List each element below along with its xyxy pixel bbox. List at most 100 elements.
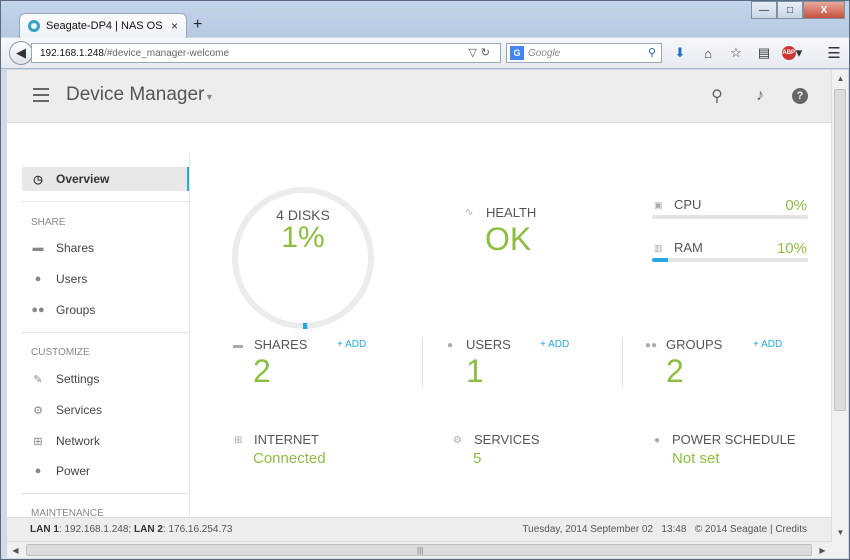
gear-icon: ⚙ xyxy=(453,435,462,446)
hamburger-menu-icon[interactable] xyxy=(33,88,49,102)
lan2-value: : 176.16.254.73 xyxy=(162,524,233,535)
gear-icon: ⚙ xyxy=(33,404,43,417)
horizontal-scrollbar[interactable]: ◀ ||| ▶ xyxy=(7,541,831,558)
users-count[interactable]: 1 xyxy=(466,353,484,390)
network-icon: ⊞ xyxy=(234,435,243,446)
group-icon: ●● xyxy=(31,304,45,316)
folder-icon: ▬ xyxy=(32,242,44,254)
scroll-right-icon[interactable]: ▶ xyxy=(814,542,831,559)
url-host: 192.168.1.248 xyxy=(40,47,104,59)
sidebar-divider xyxy=(22,332,190,333)
adblock-badge-icon: ABP xyxy=(781,46,796,60)
stat-divider xyxy=(422,338,423,388)
ram-chip-icon: ▥ xyxy=(654,243,663,253)
dropdown-reload-icons[interactable]: ▽↻ xyxy=(468,46,494,59)
group-icon: ●● xyxy=(645,340,658,351)
lightbulb-icon: ● xyxy=(34,465,42,477)
services-count[interactable]: 5 xyxy=(473,450,481,467)
navigation-toolbar: ◀ 192.168.1.248 /#device_manager-welcome… xyxy=(1,38,849,69)
close-window-button[interactable]: X xyxy=(803,1,845,19)
adblock-icon[interactable]: ABP ▾ xyxy=(781,44,803,62)
search-bar[interactable]: G Google ⚲ xyxy=(506,43,662,63)
sidebar-item-label: Overview xyxy=(56,172,110,186)
cpu-label: CPU xyxy=(674,197,702,212)
scroll-left-icon[interactable]: ◀ xyxy=(7,542,24,559)
bookmarks-list-icon[interactable]: ▤ xyxy=(753,44,775,62)
sidebar-item-label: Settings xyxy=(56,372,100,386)
ram-label: RAM xyxy=(674,240,703,255)
user-icon: ● xyxy=(447,340,454,351)
power-schedule-status[interactable]: Not set xyxy=(672,450,720,467)
add-share-button[interactable]: + ADD xyxy=(337,339,366,350)
footer-datetime-credits[interactable]: Tuesday, 2014 September 02 13:48 © 2014 … xyxy=(522,524,807,535)
sidebar-item-network[interactable]: ⊞ Network xyxy=(22,429,190,453)
health-label: HEALTH xyxy=(486,205,537,220)
lightbulb-icon: ● xyxy=(654,435,661,446)
section-label-customize: CUSTOMIZE xyxy=(31,347,90,358)
wrench-icon: ✎ xyxy=(33,373,43,386)
groups-count[interactable]: 2 xyxy=(666,353,684,390)
vertical-scrollbar[interactable]: ▲ ▼ xyxy=(831,70,848,541)
download-icon[interactable]: ⬇ xyxy=(669,44,691,62)
disk-usage-value: 1% xyxy=(281,221,325,254)
folder-icon: ▬ xyxy=(233,340,243,351)
cpu-chip-icon: ▣ xyxy=(654,200,663,210)
sidebar-edge-divider xyxy=(189,153,190,533)
browser-menu-icon[interactable]: ☰ xyxy=(823,44,845,62)
search-placeholder: Google xyxy=(528,47,561,59)
lan-info: LAN 1: 192.168.1.248; LAN 2: 176.16.254.… xyxy=(30,524,232,535)
sidebar-item-label: Services xyxy=(56,403,103,417)
internet-status[interactable]: Connected xyxy=(253,450,326,467)
add-user-button[interactable]: + ADD xyxy=(540,339,569,350)
scroll-thumb[interactable] xyxy=(834,89,846,411)
shares-count[interactable]: 2 xyxy=(253,353,271,390)
minimize-button[interactable]: — xyxy=(751,1,777,19)
sidebar-divider xyxy=(22,493,190,494)
search-icon[interactable]: ⚲ xyxy=(648,46,656,59)
cpu-meter xyxy=(652,215,808,219)
sidebar-item-users[interactable]: ● Users xyxy=(22,267,190,291)
browser-tool-icons: ⬇ ⌂ ☆ ▤ ABP ▾ ☰ xyxy=(669,44,845,62)
ram-meter-fill xyxy=(652,258,668,262)
sidebar-item-overview[interactable]: ◷ Overview xyxy=(22,167,190,191)
sidebar-item-services[interactable]: ⚙ Services xyxy=(22,398,190,422)
sidebar-item-settings[interactable]: ✎ Settings xyxy=(22,367,190,391)
internet-label: INTERNET xyxy=(254,432,319,447)
lan2-label: LAN 2 xyxy=(133,524,163,535)
sidebar-item-label: Network xyxy=(56,434,101,448)
url-path: /#device_manager-welcome xyxy=(103,47,230,59)
sidebar-item-shares[interactable]: ▬ Shares xyxy=(22,236,190,260)
new-tab-button[interactable]: + xyxy=(193,16,202,34)
cpu-value: 0% xyxy=(785,197,807,214)
home-icon[interactable]: ⌂ xyxy=(697,44,719,62)
sidebar-item-label: Shares xyxy=(56,241,95,255)
tab-close-icon[interactable]: × xyxy=(171,19,178,33)
google-engine-icon[interactable]: G xyxy=(510,46,524,60)
maximize-button[interactable]: □ xyxy=(777,1,803,19)
app-title[interactable]: Device Manager xyxy=(66,84,204,106)
user-icon: ● xyxy=(34,273,42,285)
browser-tab[interactable]: Seagate-DP4 | NAS OS × xyxy=(19,13,187,38)
notification-bell-icon[interactable]: ♪ xyxy=(750,86,770,106)
add-group-button[interactable]: + ADD xyxy=(753,339,782,350)
pulse-icon: ∿ xyxy=(465,207,474,218)
app-header: Device Manager ▼ ⚲ ♪ ? xyxy=(7,70,831,123)
bookmark-star-icon[interactable]: ☆ xyxy=(725,44,747,62)
grip-icon: ||| xyxy=(417,546,424,555)
back-arrow-icon[interactable]: ◀ xyxy=(9,41,33,65)
seagate-favicon-icon xyxy=(28,20,40,32)
sidebar-item-label: Power xyxy=(56,464,91,478)
scroll-down-icon[interactable]: ▼ xyxy=(832,524,849,541)
help-icon[interactable]: ? xyxy=(792,88,808,104)
ram-value: 10% xyxy=(776,240,807,257)
scroll-up-icon[interactable]: ▲ xyxy=(832,70,849,87)
network-icon: ⊞ xyxy=(33,435,43,448)
address-bar[interactable]: 192.168.1.248 /#device_manager-welcome ▽… xyxy=(31,43,501,63)
sidebar-item-label: Groups xyxy=(56,303,96,317)
sidebar-item-power[interactable]: ● Power xyxy=(22,459,190,483)
tab-title: Seagate-DP4 | NAS OS xyxy=(46,20,163,32)
caret-down-icon[interactable]: ▼ xyxy=(205,92,214,102)
scroll-thumb[interactable]: ||| xyxy=(26,544,812,556)
sidebar-item-groups[interactable]: ●● Groups xyxy=(22,298,190,322)
search-icon[interactable]: ⚲ xyxy=(707,86,727,106)
